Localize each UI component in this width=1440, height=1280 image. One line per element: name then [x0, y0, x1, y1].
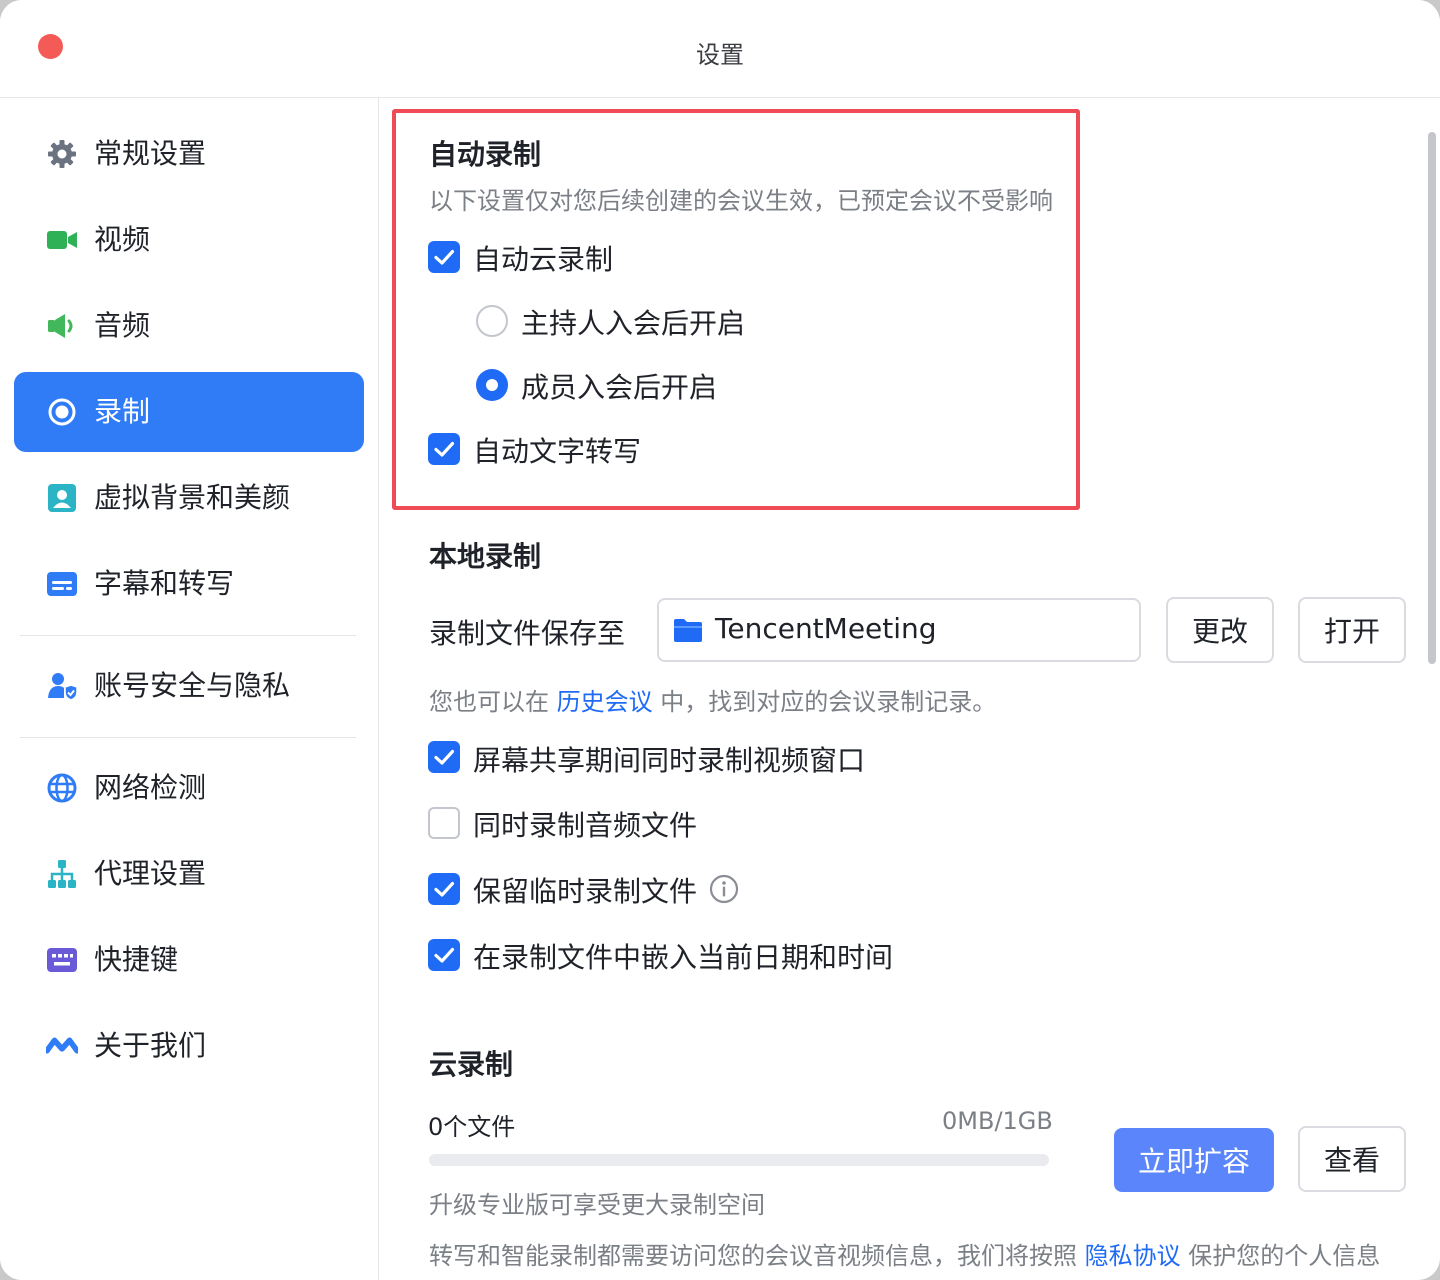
checkmark-icon — [434, 947, 455, 963]
cloud-record-title: 云录制 — [429, 1048, 514, 1081]
open-folder-button[interactable]: 打开 — [1298, 597, 1406, 663]
view-cloud-records-button[interactable]: 查看 — [1298, 1126, 1406, 1192]
sidebar: 常规设置 视频 音频 录制 虚拟背景和美颜 字幕和转写 账号安全与隐私 网络检测… — [0, 98, 379, 1280]
folder-icon — [673, 617, 703, 647]
subtitles-icon — [46, 568, 78, 600]
history-hint-suffix: 中，找到对应的会议录制记录。 — [660, 688, 997, 716]
speaker-icon — [46, 310, 78, 342]
auto-cloud-record-checkbox[interactable] — [428, 241, 460, 273]
checkmark-icon — [434, 441, 455, 457]
history-hint: 您也可以在 历史会议 中，找到对应的会议录制记录。 — [429, 682, 996, 717]
sidebar-item-general[interactable]: 常规设置 — [14, 114, 364, 194]
radio-host-joins-label[interactable]: 主持人入会后开启 — [521, 302, 745, 342]
sidebar-item-label: 账号安全与隐私 — [94, 669, 291, 702]
auto-record-title: 自动录制 — [429, 138, 542, 171]
sidebar-item-label: 常规设置 — [94, 137, 207, 170]
info-icon[interactable] — [709, 874, 739, 908]
keep-temp-files-label[interactable]: 保留临时录制文件 — [473, 870, 697, 910]
record-video-window-label[interactable]: 屏幕共享期间同时录制视频窗口 — [473, 739, 865, 779]
sidebar-item-network-test[interactable]: 网络检测 — [14, 748, 364, 828]
history-meetings-link[interactable]: 历史会议 — [557, 688, 653, 716]
sidebar-item-label: 网络检测 — [94, 771, 207, 804]
save-to-label: 录制文件保存至 — [429, 617, 626, 650]
save-path-field[interactable]: TencentMeeting — [657, 598, 1141, 662]
user-shield-icon — [46, 670, 78, 702]
globe-icon — [46, 772, 78, 804]
sidebar-item-proxy[interactable]: 代理设置 — [14, 834, 364, 914]
auto-transcribe-label[interactable]: 自动文字转写 — [473, 430, 641, 470]
main-scrollbar[interactable] — [1428, 132, 1436, 664]
cloud-storage-usage: 0MB/1GB — [942, 1107, 1053, 1135]
sidebar-item-label: 录制 — [94, 395, 151, 428]
sidebar-item-audio[interactable]: 音频 — [14, 286, 364, 366]
video-camera-icon — [46, 224, 78, 256]
sidebar-divider — [20, 737, 356, 738]
record-audio-file-label[interactable]: 同时录制音频文件 — [473, 804, 697, 844]
checkmark-icon — [434, 749, 455, 765]
radio-member-joins[interactable] — [476, 369, 508, 401]
tencent-meeting-logo-icon — [46, 1030, 78, 1062]
window-title: 设置 — [696, 41, 744, 69]
radio-member-joins-label[interactable]: 成员入会后开启 — [521, 366, 717, 406]
sidebar-item-about[interactable]: 关于我们 — [14, 1006, 364, 1086]
checkmark-icon — [434, 881, 455, 897]
sidebar-item-label: 快捷键 — [94, 943, 179, 976]
sidebar-item-shortcuts[interactable]: 快捷键 — [14, 920, 364, 1000]
upgrade-hint: 升级专业版可享受更大录制空间 — [429, 1191, 765, 1219]
settings-window: 设置 常规设置 视频 音频 录制 虚拟背景和美颜 字幕和转写 账号安全与隐私 网… — [0, 0, 1440, 1280]
privacy-notice-suffix: 保护您的个人信息 — [1188, 1242, 1381, 1270]
checkmark-icon — [434, 249, 455, 265]
portrait-icon — [46, 482, 78, 514]
sidebar-item-video[interactable]: 视频 — [14, 200, 364, 280]
auto-record-note: 以下设置仅对您后续创建的会议生效，已预定会议不受影响 — [429, 187, 1053, 215]
save-path-value: TencentMeeting — [715, 612, 937, 645]
expand-storage-button[interactable]: 立即扩容 — [1114, 1128, 1274, 1192]
record-audio-file-checkbox[interactable] — [428, 807, 460, 839]
cloud-files-count: 0个文件 — [428, 1113, 516, 1141]
cloud-storage-progress-bar — [429, 1154, 1049, 1166]
auto-cloud-record-label[interactable]: 自动云录制 — [473, 238, 613, 278]
embed-datetime-checkbox[interactable] — [428, 939, 460, 971]
radio-host-joins[interactable] — [476, 305, 508, 337]
gear-icon — [46, 138, 78, 170]
auto-transcribe-checkbox[interactable] — [428, 433, 460, 465]
title-bar: 设置 — [0, 0, 1440, 98]
sidebar-item-label: 虚拟背景和美颜 — [94, 481, 291, 514]
record-video-window-checkbox[interactable] — [428, 741, 460, 773]
privacy-policy-link[interactable]: 隐私协议 — [1085, 1242, 1181, 1270]
sidebar-item-label: 视频 — [94, 223, 151, 256]
privacy-notice-prefix: 转写和智能录制都需要访问您的会议音视频信息，我们将按照 — [429, 1242, 1077, 1270]
history-hint-prefix: 您也可以在 — [429, 688, 549, 716]
sidebar-item-label: 字幕和转写 — [94, 567, 235, 600]
sidebar-item-account-security[interactable]: 账号安全与隐私 — [14, 646, 364, 726]
local-record-title: 本地录制 — [429, 540, 542, 573]
sidebar-item-virtual-background[interactable]: 虚拟背景和美颜 — [14, 458, 364, 538]
sidebar-divider — [20, 635, 356, 636]
record-icon — [46, 396, 78, 428]
keyboard-icon — [46, 944, 78, 976]
embed-datetime-label[interactable]: 在录制文件中嵌入当前日期和时间 — [473, 936, 893, 976]
change-path-button[interactable]: 更改 — [1166, 597, 1274, 663]
network-tree-icon — [46, 858, 78, 890]
sidebar-item-recording[interactable]: 录制 — [14, 372, 364, 452]
sidebar-item-label: 音频 — [94, 309, 151, 342]
keep-temp-files-checkbox[interactable] — [428, 873, 460, 905]
sidebar-item-subtitles[interactable]: 字幕和转写 — [14, 544, 364, 624]
privacy-notice: 转写和智能录制都需要访问您的会议音视频信息，我们将按照 隐私协议 保护您的个人信… — [429, 1236, 1389, 1280]
sidebar-item-label: 代理设置 — [94, 857, 207, 890]
sidebar-item-label: 关于我们 — [94, 1029, 207, 1062]
